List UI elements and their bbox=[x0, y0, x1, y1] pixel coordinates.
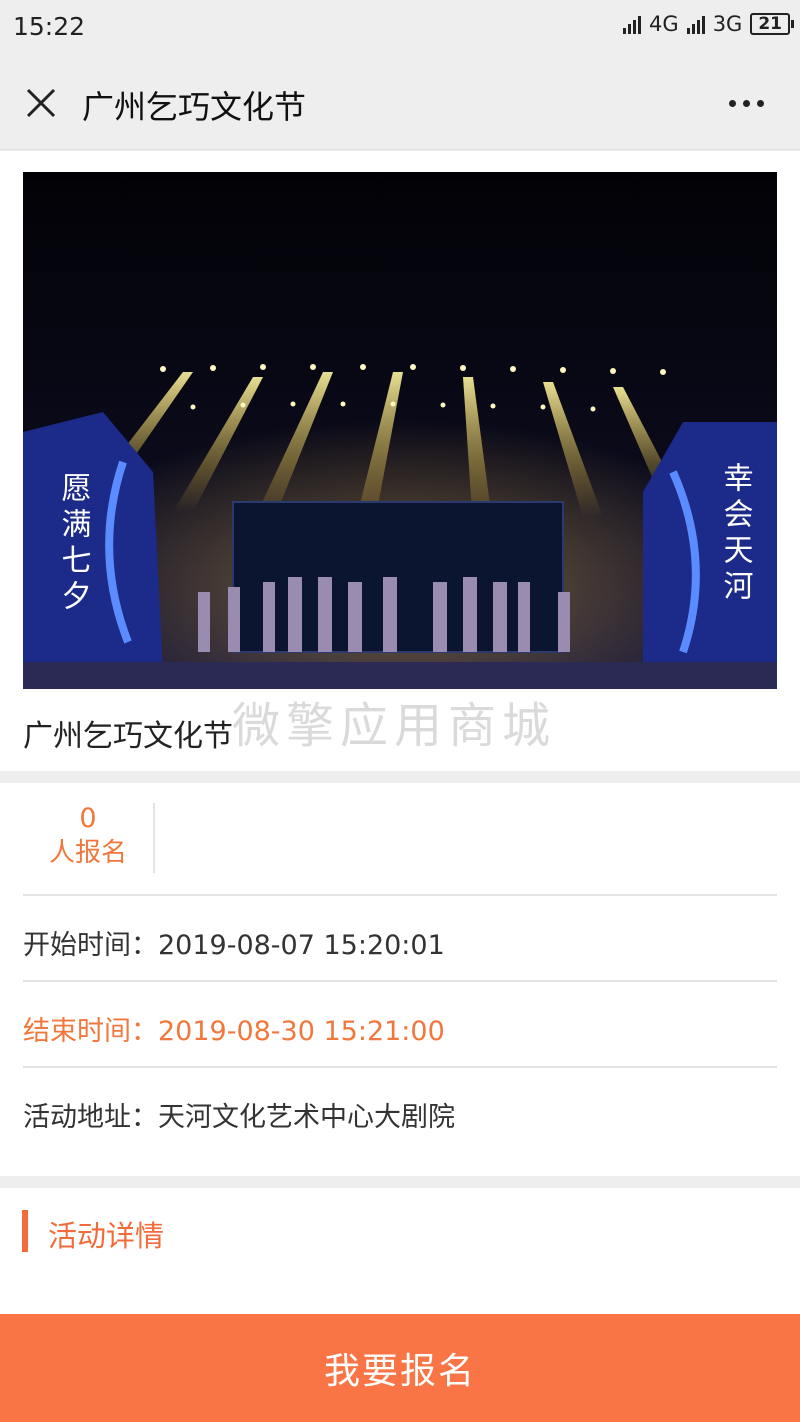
page-title: 广州乞巧文化节 bbox=[82, 88, 307, 126]
divider bbox=[23, 980, 777, 982]
divider bbox=[23, 894, 777, 896]
status-indicators: 4G 3G 21 bbox=[623, 12, 794, 36]
event-info-card: 0 人报名 开始时间：2019-08-07 15:20:01 结束时间：2019… bbox=[0, 783, 800, 1176]
nav-bar: 广州乞巧文化节 bbox=[0, 54, 800, 150]
end-time: 结束时间：2019-08-30 15:21:00 bbox=[23, 1016, 445, 1047]
battery-icon: 21 bbox=[750, 13, 794, 35]
more-icon[interactable] bbox=[729, 100, 764, 107]
signup-count: 0 bbox=[79, 803, 97, 834]
section-title: 活动详情 bbox=[48, 1219, 165, 1253]
status-time: 15:22 bbox=[13, 12, 86, 41]
close-icon[interactable] bbox=[26, 88, 56, 118]
signup-count-box: 0 人报名 bbox=[23, 803, 155, 873]
signup-button[interactable]: 我要报名 bbox=[0, 1314, 800, 1422]
event-detail-section: 活动详情 bbox=[0, 1188, 800, 1314]
event-address: 活动地址：天河文化艺术中心大剧院 bbox=[23, 1102, 455, 1133]
network-label-2: 3G bbox=[712, 12, 743, 36]
banner-left-caption: 愿满七夕 bbox=[56, 472, 91, 616]
start-time: 开始时间：2019-08-07 15:20:01 bbox=[23, 930, 445, 961]
banner-right-caption: 幸会天河 bbox=[718, 462, 754, 606]
watermark: 微擎应用商城 bbox=[232, 698, 557, 754]
divider bbox=[23, 1066, 777, 1068]
event-banner-image: 愿满七夕 幸会天河 bbox=[23, 172, 777, 689]
event-card: 愿满七夕 幸会天河 广州乞巧文化节 微擎应用商城 bbox=[0, 151, 800, 771]
section-accent-bar bbox=[22, 1210, 28, 1252]
signup-label: 人报名 bbox=[48, 838, 127, 868]
network-label-1: 4G bbox=[649, 12, 679, 36]
signal-icon bbox=[686, 14, 705, 34]
event-title: 广州乞巧文化节 bbox=[23, 719, 233, 754]
status-bar: 15:22 4G 3G 21 bbox=[0, 0, 800, 54]
signal-icon bbox=[623, 14, 642, 34]
